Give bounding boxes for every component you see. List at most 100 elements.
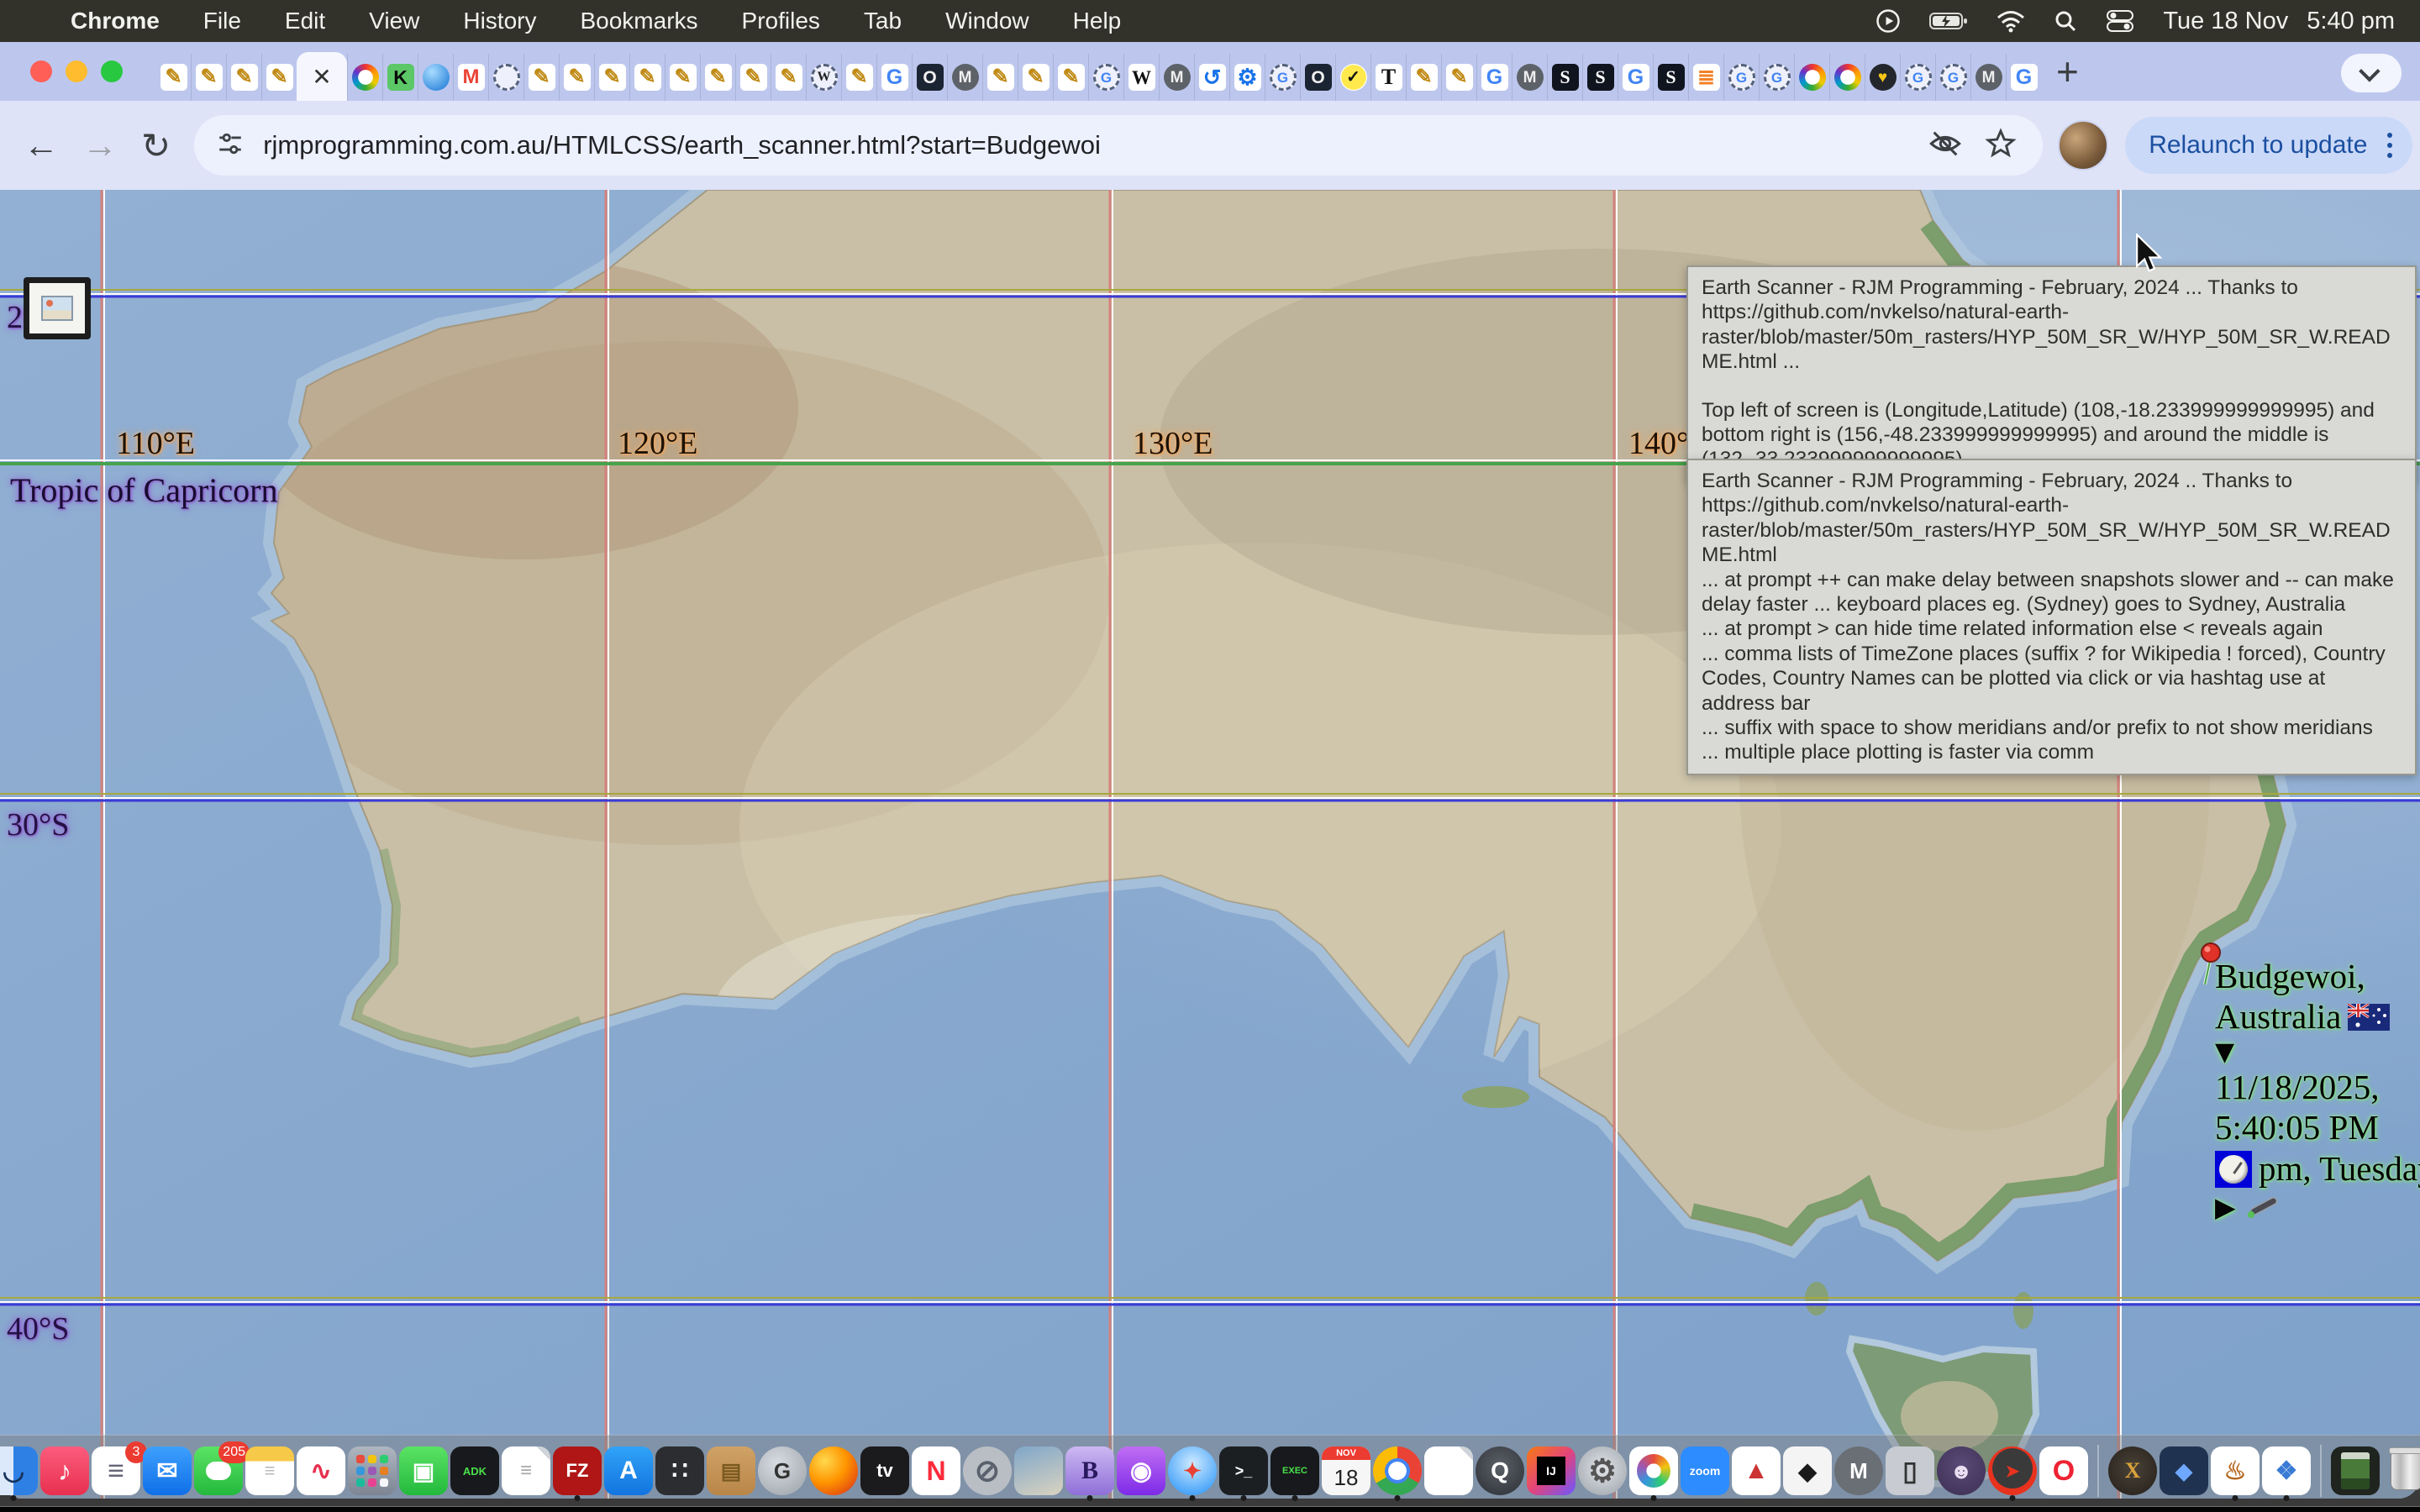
place-name-line2[interactable]: Australia [2215,1000,2420,1035]
control-center-icon[interactable] [2106,9,2134,33]
dock-app-store-icon[interactable]: A [604,1446,653,1495]
menu-item-help[interactable]: Help [1051,8,1144,34]
tab-gmail-8[interactable]: M [453,54,488,101]
new-tab-button[interactable]: + [2056,52,2079,91]
dock-gimp-icon[interactable]: G [758,1446,807,1495]
dock-system-settings-icon[interactable]: ⚙ [1578,1446,1627,1495]
tab-onepassword-32[interactable]: O [1300,54,1335,101]
tab-rjm-pencil-13[interactable]: ✎ [629,54,665,101]
place-name-line1[interactable]: Budgewoi, [2215,959,2420,995]
tab-heart-dark-48[interactable]: ♥ [1865,54,1900,101]
tab-google-dashed-50[interactable]: G [1935,54,1970,101]
tab-google-dashed-44[interactable]: G [1723,54,1759,101]
address-bar[interactable]: rjmprogramming.com.au/HTMLCSS/earth_scan… [194,115,2043,176]
tab-s-dark-40[interactable]: S [1582,54,1618,101]
dock-finder-icon[interactable]: ◡ [0,1446,38,1495]
dock-messages-icon[interactable]: 205 [194,1446,243,1495]
dock-bbedit-icon[interactable]: B [1065,1446,1114,1495]
tab-rjm-pencil-23[interactable]: ✎ [982,54,1018,101]
back-button[interactable]: ← [24,125,59,165]
tab-kahoot-6[interactable]: K [382,54,418,101]
menu-item-file[interactable]: File [182,8,263,34]
menu-item-history[interactable]: History [441,8,558,34]
battery-charging-icon[interactable] [1929,10,1968,32]
tab-atlassian-blue-7[interactable] [418,54,453,101]
forward-button[interactable]: → [82,125,118,165]
tab-google-dashed-26[interactable]: G [1088,54,1123,101]
tab-color-wheel-46[interactable] [1794,54,1829,101]
minimize-window-button[interactable] [66,60,87,82]
dock-pages-doc-icon[interactable] [1424,1446,1473,1495]
tab-rjm-pencil-14[interactable]: ✎ [665,54,700,101]
dock-mastodon-icon[interactable]: M [1834,1446,1883,1495]
dock-textedit-icon[interactable]: ≡ [502,1446,550,1495]
tab-onepassword-21[interactable]: O [912,54,947,101]
tab-rjm-pencil-1[interactable]: ✎ [191,54,226,101]
tab-google-dashed-31[interactable]: G [1265,54,1300,101]
tab-history-clock-29[interactable]: ↺ [1194,54,1229,101]
tab-rjm-pencil-17[interactable]: ✎ [771,54,806,101]
dock-books-icon[interactable]: ▤ [707,1446,755,1495]
tab-rjm-pencil-19[interactable]: ✎ [841,54,876,101]
dock-iphone-mirroring-icon[interactable]: ▯ [1886,1446,1934,1495]
menu-clock[interactable]: Tue 18 Nov 5:40 pm [2163,8,2395,35]
dock-mail-icon[interactable]: ✉ [143,1446,192,1495]
tab-google-20[interactable]: G [876,54,912,101]
dock-quicktime-icon[interactable]: Q [1476,1446,1524,1495]
url-text[interactable]: rjmprogramming.com.au/HTMLCSS/earth_scan… [263,130,1928,160]
tab-mastodon-gray-22[interactable]: M [947,54,982,101]
dock-java-icon[interactable]: ♨ [2211,1446,2260,1495]
clock-emoji-icon[interactable] [2215,1151,2252,1188]
close-window-button[interactable] [30,60,52,82]
dock-facetime-icon[interactable]: ▣ [399,1446,448,1495]
menu-item-profiles[interactable]: Profiles [720,8,842,34]
earth-scanner-map[interactable]: 110°E120°E130°E140°E20°S30°S40°S Tropic … [0,190,2420,1499]
dock-opera-icon[interactable]: O [2039,1446,2088,1495]
menu-item-bookmarks[interactable]: Bookmarks [558,8,719,34]
tab-rjm-pencil-2[interactable]: ✎ [226,54,261,101]
spotlight-search-icon[interactable] [2054,9,2077,33]
dock-xquartz-icon[interactable]: X [2108,1446,2157,1495]
dock-dev-terminal-icon[interactable]: ADK [450,1446,499,1495]
tab-google-dashed-45[interactable]: G [1759,54,1794,101]
tab-rjm-pencil-0[interactable]: ✎ [156,54,191,101]
dock-speedometer-icon[interactable]: ➤ [1988,1446,2037,1495]
tab-dashed-circle-9[interactable] [488,54,523,101]
tab-rjm-pencil-35[interactable]: ✎ [1406,54,1441,101]
tab-search-button[interactable] [2341,54,2402,92]
tab-mastodon-gray-38[interactable]: M [1512,54,1547,101]
tab-google-41[interactable]: G [1618,54,1653,101]
dock-reminders-icon[interactable]: ≡3 [92,1446,140,1495]
dock-zoom-app-icon[interactable]: zoom [1681,1446,1729,1495]
tab-mastodon-gray-51[interactable]: M [1970,54,2006,101]
active-tab-earth-scanner[interactable]: ✕ [297,52,347,101]
close-tab-icon[interactable]: ✕ [312,63,331,91]
expander-triangle[interactable]: ▼ [2215,1040,2420,1066]
dock-maps-3d-icon[interactable]: ▲ [1732,1446,1781,1495]
menu-item-tab[interactable]: Tab [842,8,923,34]
tab-check-circle-33[interactable]: ✓ [1335,54,1370,101]
profile-avatar[interactable] [2058,120,2108,171]
tab-rjm-pencil-10[interactable]: ✎ [523,54,559,101]
wifi-icon[interactable] [1996,9,2025,33]
dock-calculator-icon[interactable]: ∷ [655,1446,704,1495]
play-circle-icon[interactable] [1876,8,1901,34]
browser-menu-icon[interactable] [2387,133,2392,158]
dock-inkscape-icon[interactable]: ◆ [1783,1446,1832,1495]
eye-off-icon[interactable] [1928,127,1962,165]
dock-filezilla-icon[interactable]: FZ [553,1446,602,1495]
pencil-icon[interactable] [2243,1193,2281,1221]
tab-google-52[interactable]: G [2006,54,2041,101]
dock-notes-icon[interactable]: ≡ [245,1446,294,1495]
tab-google-37[interactable]: G [1476,54,1512,101]
dock-intellij-icon[interactable]: IJ [1527,1446,1576,1495]
tab-rjm-pencil-24[interactable]: ✎ [1018,54,1053,101]
dock-wallet-icon[interactable]: ◆ [2160,1446,2208,1495]
tab-rjm-pencil-36[interactable]: ✎ [1441,54,1476,101]
dock-terminal-icon[interactable]: >_ [1219,1446,1268,1495]
dock-window-preview-icon[interactable] [2331,1446,2380,1495]
tab-s-dark-42[interactable]: S [1653,54,1688,101]
dock-paint-icon[interactable] [1629,1446,1678,1495]
reload-button[interactable]: ↻ [141,125,171,166]
tab-nyt-34[interactable]: T [1370,54,1406,101]
